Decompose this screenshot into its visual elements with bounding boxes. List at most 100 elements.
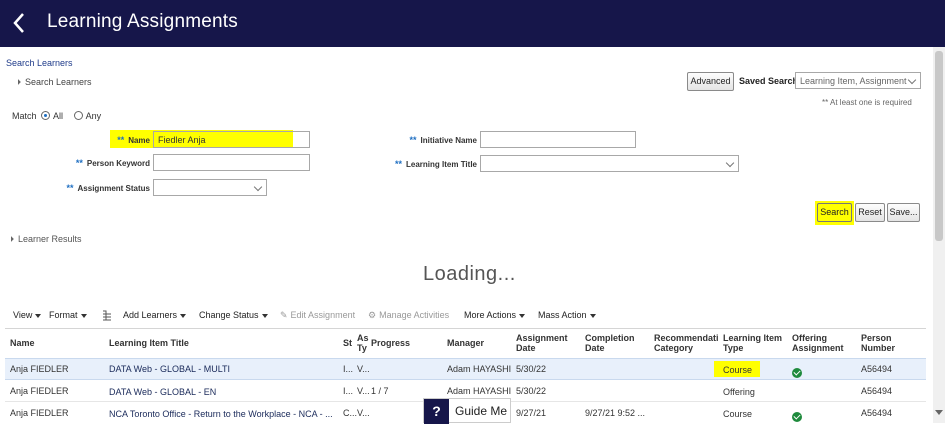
vertical-scrollbar[interactable] [933, 47, 945, 423]
col-learning-item-type[interactable]: Learning Item Type [723, 333, 785, 353]
more-actions-label: More Actions [464, 310, 517, 320]
advanced-button[interactable]: Advanced [687, 72, 734, 91]
cell-manager: Adam HAYASHI [447, 386, 512, 396]
pencil-icon: ✎ [280, 310, 288, 320]
cell-learning-item-title[interactable]: NCA Toronto Office - Return to the Workp… [109, 409, 333, 419]
assignment-status-label-text: Assignment Status [77, 184, 150, 193]
cell-progress: 1 / 7 [371, 386, 389, 396]
change-status-menu[interactable]: Change Status [199, 310, 268, 320]
required-marker: ** [117, 135, 125, 145]
person-keyword-label: ** Person Keyword [60, 158, 150, 168]
save-button[interactable]: Save... [887, 203, 920, 222]
caret-down-icon [589, 313, 596, 318]
match-row: Match All Any [12, 111, 101, 121]
col-progress[interactable]: Progress [371, 338, 410, 348]
cell-person-number: A56494 [861, 386, 893, 396]
offering-check-icon [792, 409, 802, 427]
cell-learning-item-title[interactable]: DATA Web - GLOBAL - MULTI [109, 364, 230, 374]
learner-results-title: Learner Results [18, 234, 82, 244]
caret-down-icon [180, 313, 187, 318]
cell-person-number: A56494 [861, 364, 893, 374]
caret-down-icon [519, 313, 526, 318]
cell-learning-item-type: Offering [723, 387, 755, 397]
match-all-label: All [53, 111, 64, 121]
learner-results-section-toggle[interactable]: Learner Results [8, 234, 82, 244]
initiative-name-label: ** Initiative Name [386, 135, 477, 145]
cell-status: I... [343, 364, 354, 374]
scrollbar-thumb[interactable] [935, 51, 943, 241]
add-learners-menu[interactable]: Add Learners [123, 310, 187, 320]
col-learning-item-title[interactable]: Learning Item Title [109, 338, 189, 348]
match-label: Match [12, 111, 37, 121]
scroll-down-arrow-icon[interactable] [935, 410, 943, 415]
col-assignment-date[interactable]: Assignment Date [516, 333, 576, 353]
change-status-label: Change Status [199, 310, 259, 320]
col-recommendation-category[interactable]: Recommendati Category [654, 333, 720, 355]
cell-learning-item-type: Course [723, 365, 753, 375]
guide-me-button[interactable]: ? Guide Me [423, 398, 511, 424]
view-menu-label: View [13, 310, 33, 320]
more-actions-menu[interactable]: More Actions [464, 310, 526, 320]
learning-item-title-label-text: Learning Item Title [406, 160, 477, 169]
required-marker: ** [395, 159, 403, 169]
required-marker: ** [66, 183, 74, 193]
page-title: Learning Assignments [47, 11, 238, 32]
caret-down-icon [80, 313, 87, 318]
name-input[interactable]: Fiedler Anja [153, 131, 310, 148]
manage-activities-button[interactable]: ⚙ Manage Activities [368, 310, 449, 321]
col-name[interactable]: Name [10, 338, 35, 348]
freeze-columns-icon[interactable] [102, 308, 112, 321]
mass-action-label: Mass Action [538, 310, 587, 320]
search-button[interactable]: Search [817, 203, 852, 222]
caret-down-icon [261, 313, 268, 318]
col-completion-date[interactable]: Completion Date [585, 333, 640, 353]
match-all-radio[interactable]: All [41, 111, 63, 121]
loading-indicator: Loading... [423, 263, 516, 285]
cell-assignment-type: V... [357, 386, 370, 396]
col-manager[interactable]: Manager [447, 338, 484, 348]
mass-action-menu[interactable]: Mass Action [538, 310, 596, 320]
caret-down-icon [35, 313, 42, 318]
initiative-name-input[interactable] [480, 131, 636, 148]
match-any-label: Any [85, 111, 102, 121]
col-offering-assignment[interactable]: Offering Assignment [792, 333, 854, 353]
col-person-number[interactable]: Person Number [861, 333, 911, 353]
cell-assignment-date: 5/30/22 [516, 364, 547, 374]
cell-name: Anja FIEDLER [10, 386, 69, 396]
breadcrumb[interactable]: Search Learners [6, 58, 73, 68]
person-keyword-label-text: Person Keyword [86, 159, 150, 168]
edit-assignment-button[interactable]: ✎ Edit Assignment [280, 310, 355, 321]
cell-status: I... [343, 386, 354, 396]
cell-name: Anja FIEDLER [10, 364, 69, 374]
back-arrow-icon[interactable] [8, 7, 32, 39]
cell-status: C... [343, 408, 358, 418]
cell-assignment-date: 5/30/22 [516, 386, 547, 396]
cell-manager: Adam HAYASHI [447, 364, 512, 374]
col-assignment-type[interactable]: As Ty [357, 333, 369, 355]
cell-person-number: A56494 [861, 408, 893, 418]
saved-search-select[interactable]: Learning Item, Assignment [795, 72, 921, 89]
view-menu[interactable]: View [13, 310, 42, 320]
name-label: ** Name [114, 135, 150, 145]
format-menu-label: Format [49, 310, 78, 320]
help-question-icon: ? [424, 399, 449, 424]
name-label-text: Name [128, 136, 150, 145]
edit-assignment-label: Edit Assignment [290, 310, 356, 320]
gear-icon: ⚙ [368, 310, 377, 320]
saved-search-value: Learning Item, Assignment [800, 76, 907, 86]
add-learners-label: Add Learners [123, 310, 178, 320]
cell-learning-item-title[interactable]: DATA Web - GLOBAL - EN [109, 387, 216, 397]
search-learners-title: Search Learners [25, 77, 92, 87]
format-menu[interactable]: Format [49, 310, 87, 320]
assignment-status-select[interactable] [153, 179, 267, 196]
required-marker: ** [75, 158, 83, 168]
search-learners-section-toggle[interactable]: Search Learners [15, 77, 92, 87]
person-keyword-input[interactable] [153, 154, 310, 171]
cell-completion-date: 9/27/21 9:52 ... [585, 408, 646, 418]
initiative-name-label-text: Initiative Name [420, 136, 477, 145]
collapse-triangle-icon [8, 236, 14, 242]
col-status[interactable]: St [343, 338, 352, 348]
reset-button[interactable]: Reset [855, 203, 885, 222]
learning-item-title-select[interactable] [480, 155, 739, 172]
match-any-radio[interactable]: Any [73, 111, 102, 121]
